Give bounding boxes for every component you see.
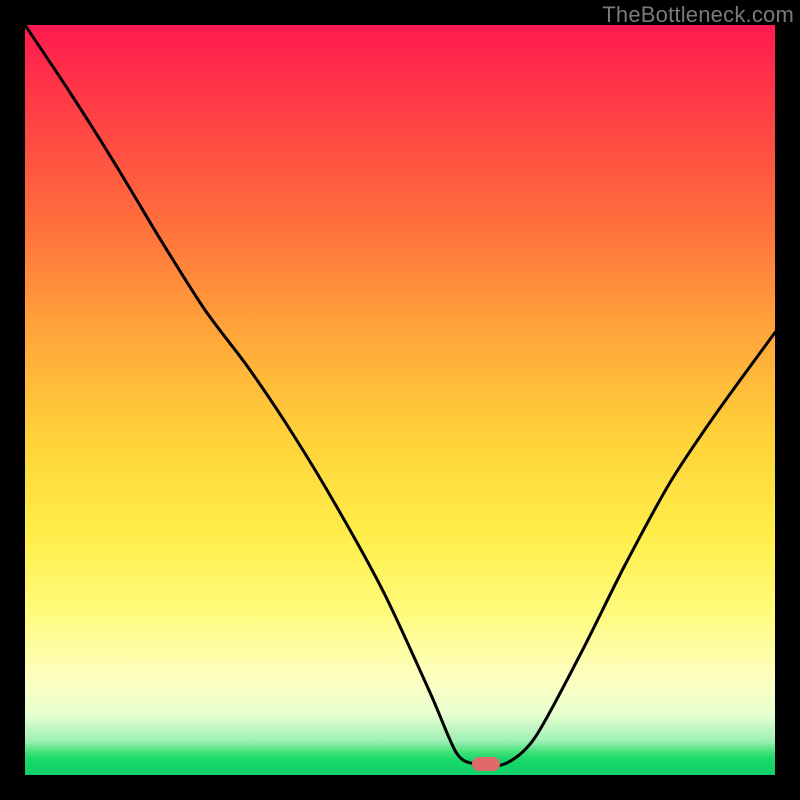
plot-area	[25, 25, 775, 775]
chart-frame: TheBottleneck.com	[0, 0, 800, 800]
optimum-marker	[472, 757, 500, 771]
bottleneck-curve	[25, 25, 775, 775]
watermark-text: TheBottleneck.com	[602, 2, 794, 28]
